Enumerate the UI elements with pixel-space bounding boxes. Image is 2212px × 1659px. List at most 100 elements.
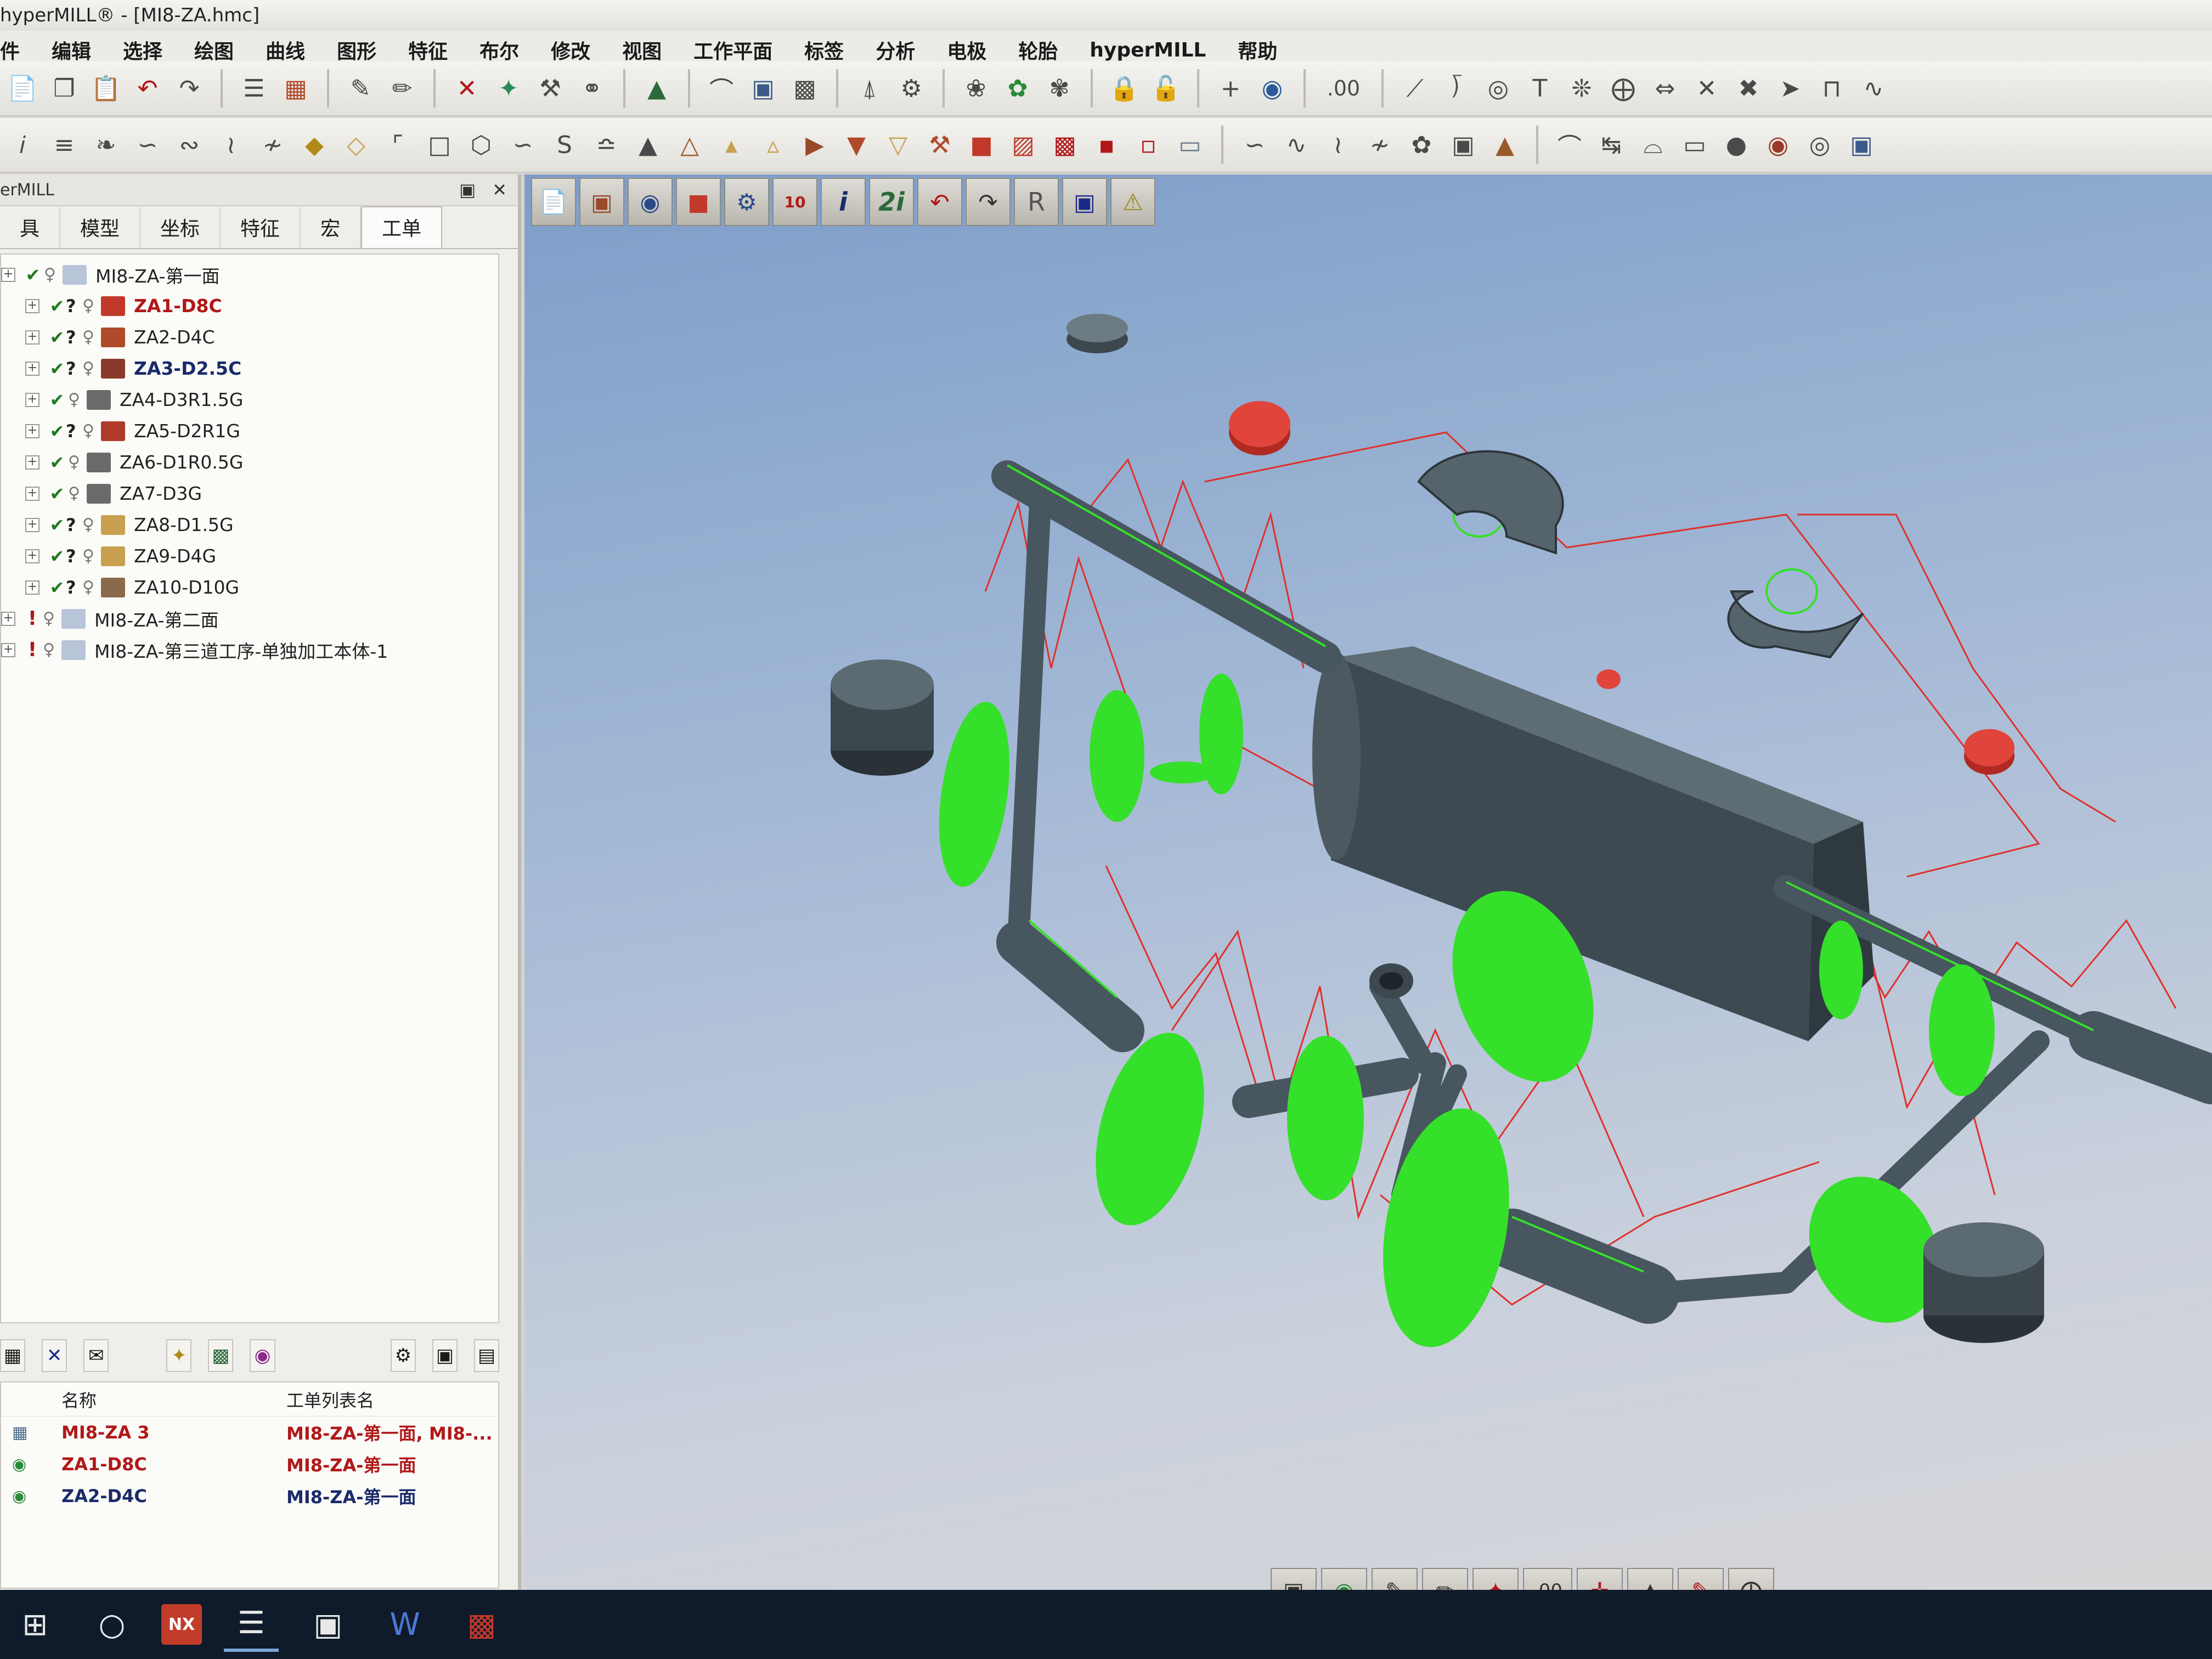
menu-shape[interactable]: 图形 bbox=[337, 36, 376, 64]
expand-icon[interactable]: + bbox=[25, 517, 40, 532]
tab-jobs[interactable]: 工单 bbox=[361, 206, 443, 248]
tab-macros[interactable]: 宏 bbox=[301, 207, 362, 248]
visibility-bulb-icon[interactable]: ♀ bbox=[66, 453, 82, 472]
box-icon[interactable]: ▣ bbox=[579, 178, 624, 226]
curve1-icon[interactable]: ∽ bbox=[129, 127, 166, 163]
visibility-bulb-icon[interactable]: ♀ bbox=[42, 265, 58, 284]
undo-view-icon[interactable]: ↶ bbox=[917, 178, 962, 226]
plus-icon[interactable]: + bbox=[1212, 70, 1249, 106]
fillet-icon[interactable]: ❀ bbox=[958, 70, 994, 106]
checkmark-icon[interactable]: ✔ bbox=[48, 546, 66, 567]
checkmark-icon[interactable]: ✔ bbox=[48, 452, 66, 473]
wave-icon[interactable]: ∿ bbox=[1855, 70, 1892, 106]
box-red5-icon[interactable]: ▫ bbox=[1130, 127, 1166, 163]
spline2-icon[interactable]: S bbox=[546, 127, 583, 163]
globe-view-icon[interactable]: ◉ bbox=[1321, 1568, 1367, 1590]
node-icon[interactable]: ✛ bbox=[1577, 1568, 1623, 1590]
line-icon[interactable]: ⟋ bbox=[1397, 70, 1433, 106]
italic-i-icon[interactable]: 𝑖 bbox=[4, 127, 41, 163]
job-node[interactable]: + ✔ ♀ ZA6-D1R0.5G bbox=[1, 447, 498, 478]
rectangle-icon[interactable]: □ bbox=[421, 127, 458, 163]
tool-holder-icon[interactable]: ▲ bbox=[1627, 1568, 1673, 1590]
image-app-icon[interactable]: ▣ bbox=[301, 1597, 356, 1652]
menu-modify[interactable]: 修改 bbox=[551, 36, 590, 64]
menu-hypermill[interactable]: hyperMILL bbox=[1090, 39, 1206, 61]
comment-icon[interactable]: ✉ bbox=[83, 1339, 109, 1372]
circle-icon[interactable]: ◎ bbox=[1480, 70, 1516, 106]
menu-draw[interactable]: 绘图 bbox=[194, 36, 234, 64]
simulation-icon[interactable]: ◉ bbox=[250, 1339, 275, 1372]
tube-icon[interactable]: ● bbox=[1718, 127, 1754, 163]
box-red-icon[interactable]: ■ bbox=[963, 127, 1000, 163]
job-node[interactable]: + ✔ ♀ ZA7-D3G bbox=[1, 478, 498, 509]
cube-icon[interactable]: ▣ bbox=[745, 70, 781, 106]
new-icon[interactable]: 📄 bbox=[4, 70, 41, 106]
pin-icon[interactable]: ✦ bbox=[490, 70, 527, 106]
expand-icon[interactable]: + bbox=[25, 486, 40, 501]
bracket-icon[interactable]: ⌜ bbox=[380, 127, 416, 163]
menu-file[interactable]: 件 bbox=[0, 36, 20, 64]
extrude-icon[interactable]: ▲ bbox=[630, 127, 666, 163]
unlock-icon[interactable]: 🔓 bbox=[1148, 70, 1184, 106]
word-app-icon[interactable]: W bbox=[377, 1597, 432, 1652]
spline-icon[interactable]: ∽ bbox=[505, 127, 541, 163]
checkmark-icon[interactable]: ✔ bbox=[48, 390, 66, 410]
curve7-icon[interactable]: ≀ bbox=[1320, 127, 1356, 163]
calc-icon[interactable]: 10 bbox=[772, 178, 817, 226]
redo-icon[interactable]: ↷ bbox=[171, 70, 207, 106]
visibility-bulb-icon[interactable]: ♀ bbox=[80, 515, 97, 534]
pen-icon[interactable]: ✎ bbox=[1678, 1568, 1724, 1590]
menu-workplane[interactable]: 工作平面 bbox=[693, 36, 772, 64]
checkmark-icon[interactable]: ✔ bbox=[48, 577, 66, 598]
menu-curve[interactable]: 曲线 bbox=[266, 36, 305, 64]
copy-icon[interactable]: ❐ bbox=[46, 70, 82, 106]
trim-icon[interactable]: ✾ bbox=[1041, 70, 1077, 106]
expand-icon[interactable]: + bbox=[25, 330, 40, 345]
chamfer-icon[interactable]: ✿ bbox=[1000, 70, 1036, 106]
paste-icon[interactable]: 📋 bbox=[88, 70, 124, 106]
cone-icon[interactable]: ▽ bbox=[880, 127, 916, 163]
tab-frames[interactable]: 坐标 bbox=[140, 207, 221, 248]
expand-icon[interactable]: + bbox=[25, 580, 40, 595]
lock-icon[interactable]: 🔒 bbox=[1106, 70, 1142, 106]
undo-icon[interactable]: ↶ bbox=[129, 70, 166, 106]
nx-app-icon[interactable]: NX bbox=[161, 1604, 202, 1645]
start-icon[interactable]: ⊞ bbox=[8, 1597, 63, 1652]
stack-icon[interactable]: ≡ bbox=[46, 127, 82, 163]
torus-icon[interactable]: ◎ bbox=[1802, 127, 1838, 163]
arrow-icon[interactable]: ➤ bbox=[1772, 70, 1808, 106]
job-node[interactable]: + ✔? ♀ ZA2-D4C bbox=[1, 321, 498, 353]
list-item[interactable]: ◉ ZA1-D8C MI8-ZA-第一面 bbox=[1, 1448, 498, 1480]
info-icon[interactable]: i bbox=[821, 178, 866, 226]
hammer-icon[interactable]: ⚒ bbox=[532, 70, 568, 106]
checkmark-icon[interactable]: ✔ bbox=[48, 515, 66, 535]
mesh-icon[interactable]: ⨁ bbox=[1728, 1568, 1774, 1590]
arc2-icon[interactable]: ⌒ bbox=[1551, 127, 1588, 163]
expand-icon[interactable]: + bbox=[25, 298, 40, 313]
hammer2-icon[interactable]: ⚒ bbox=[922, 127, 958, 163]
export-image-icon[interactable]: ▤ bbox=[473, 1339, 500, 1372]
visibility-bulb-icon[interactable]: ♀ bbox=[80, 578, 97, 597]
postprocess-icon[interactable]: ▩ bbox=[208, 1339, 234, 1372]
view-list-icon[interactable]: ▦ bbox=[0, 1339, 26, 1372]
visibility-bulb-icon[interactable]: ♀ bbox=[80, 359, 97, 378]
job-node[interactable]: + ✔? ♀ ZA9-D4G bbox=[1, 540, 498, 572]
visibility-bulb-icon[interactable]: ♀ bbox=[66, 484, 82, 503]
delete-job-icon[interactable]: ✕ bbox=[42, 1339, 67, 1372]
sphere-icon[interactable]: ◉ bbox=[1760, 127, 1796, 163]
delete-icon[interactable]: ✕ bbox=[449, 70, 485, 106]
cross2-icon[interactable]: ✖ bbox=[1730, 70, 1767, 106]
checkmark-icon[interactable]: ✔ bbox=[48, 421, 66, 442]
info2-icon[interactable]: 2i bbox=[869, 178, 914, 226]
cup-icon[interactable]: ▼ bbox=[838, 127, 874, 163]
sketch-icon[interactable]: ❧ bbox=[88, 127, 124, 163]
tab-models[interactable]: 模型 bbox=[60, 207, 141, 248]
brush-icon[interactable]: ✏ bbox=[384, 70, 420, 106]
sweep-icon[interactable]: ▴ bbox=[713, 127, 749, 163]
menu-electrode[interactable]: 电极 bbox=[947, 36, 986, 64]
polyline-icon[interactable]: ⟌ bbox=[1438, 70, 1475, 106]
tab-features[interactable]: 特征 bbox=[221, 207, 301, 248]
graphics-viewport[interactable]: 📄 ▣ ◉ ■ ⚙ 10 i 2i ↶ ↷ R ▣ ⚠ ▣ ◉ ✎ ✏ ✦ .0… bbox=[524, 174, 2212, 1590]
visibility-bulb-icon[interactable]: ♀ bbox=[41, 609, 57, 628]
menu-help[interactable]: 帮助 bbox=[1238, 36, 1277, 64]
